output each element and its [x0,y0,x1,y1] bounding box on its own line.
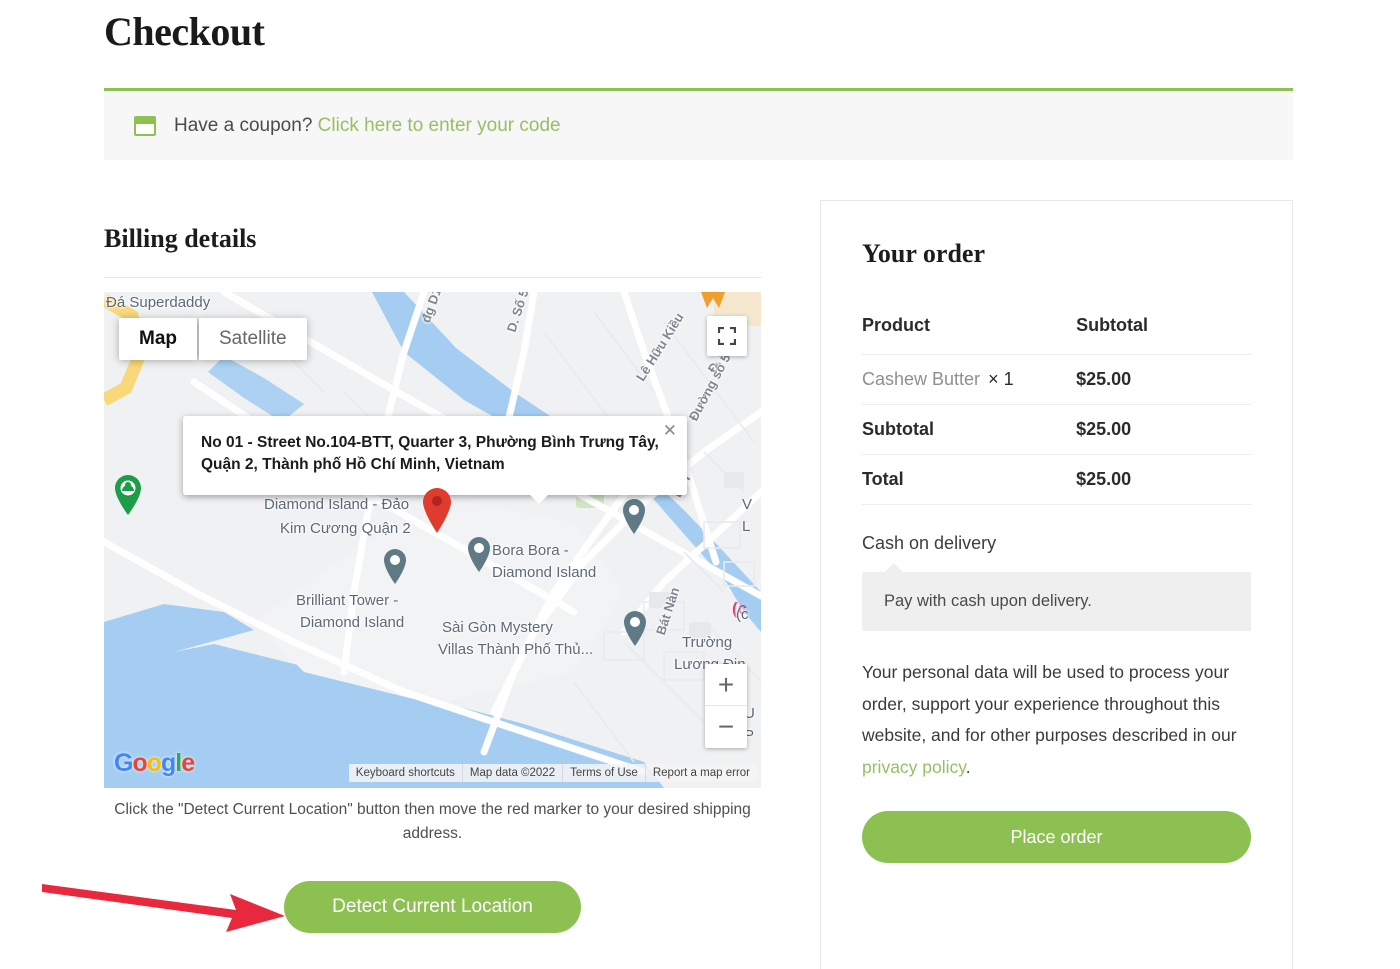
keyboard-shortcuts-link[interactable]: Keyboard shortcuts [349,764,462,782]
order-summary-panel: Your order Product Subtotal Cashew Butte… [820,200,1293,969]
map-type-control[interactable]: Map Satellite [119,318,307,360]
order-total-label: Total [862,454,1073,505]
order-table: Product Subtotal Cashew Butter × 1 $25.00… [862,301,1251,505]
order-item-row: Cashew Butter × 1 $25.00 [862,354,1251,405]
order-subtotal-label: Subtotal [862,404,1073,455]
svg-text:(c: (c [732,599,747,618]
privacy-policy-link[interactable]: privacy policy [862,757,966,777]
checkout-page: Checkout Have a coupon? Click here to en… [0,0,1400,969]
map-info-window: ✕ No 01 - Street No.104-BTT, Quarter 3, … [183,416,687,504]
logo-letter: o [146,749,162,777]
logo-letter: o [132,749,147,777]
privacy-notice: Your personal data will be used to proce… [862,657,1251,783]
order-item-title: Cashew Butter [862,369,981,389]
order-item-amount: $25.00 [1072,354,1251,405]
info-window-close-icon[interactable]: ✕ [663,422,677,439]
order-total-row: Total $25.00 [862,454,1251,505]
order-item-quantity: × 1 [988,369,1014,389]
location-map[interactable]: (c Đá Superdaddy D. Số 54 đg D1 Lê Hữu Kiều… [104,292,761,788]
map-canvas: (c [104,292,761,788]
logo-letter: G [114,749,133,777]
order-subtotal-amount: $25.00 [1072,404,1251,455]
privacy-text-before: Your personal data will be used to proce… [862,662,1237,745]
terms-of-use-link[interactable]: Terms of Use [562,764,645,782]
google-logo: Google [114,749,195,778]
info-window-tail [530,494,548,504]
page-title: Checkout [104,9,265,54]
coupon-bar[interactable]: Have a coupon? Click here to enter your … [104,88,1293,160]
column-header-product: Product [862,301,1073,355]
payment-method-label[interactable]: Cash on delivery [862,533,1251,554]
order-heading: Your order [862,239,986,268]
map-data-label: Map data ©2022 [461,764,562,782]
coupon-prompt-label: Have a coupon? [174,114,313,136]
detect-current-location-button[interactable]: Detect Current Location [284,881,581,933]
map-marker-green[interactable] [113,474,143,516]
map-marker-bora-bora[interactable] [466,536,492,573]
info-window-address: No 01 - Street No.104-BTT, Quarter 3, Ph… [201,434,659,474]
map-marker-selected-location[interactable] [420,486,454,534]
map-marker-brilliant-tower[interactable] [382,548,408,585]
order-subtotal-row: Subtotal $25.00 [862,404,1251,455]
map-zoom-out-button[interactable]: − [705,706,747,748]
coupon-ticket-icon [134,115,156,136]
logo-letter: g [161,749,176,777]
annotation-arrow-icon [42,884,285,932]
map-type-satellite-button[interactable]: Satellite [199,318,307,360]
map-zoom-in-button[interactable]: + [705,664,747,706]
order-table-header-row: Product Subtotal [862,301,1251,355]
place-order-button[interactable]: Place order [862,811,1251,863]
map-marker-saigon-mystery[interactable] [622,610,648,647]
logo-letter: e [181,749,195,777]
order-item-name: Cashew Butter × 1 [862,354,1073,405]
coupon-enter-code-link[interactable]: Click here to enter your code [318,115,561,136]
billing-divider [104,277,761,278]
fullscreen-icon [718,327,736,345]
map-attribution: Keyboard shortcuts Map data ©2022 Terms … [348,764,757,782]
map-marker-v-l[interactable] [621,498,647,535]
payment-method-description: Pay with cash upon delivery. [862,563,1251,631]
coupon-prompt: Have a coupon? Click here to enter your … [174,115,561,137]
report-map-error-link[interactable]: Report a map error [644,764,757,782]
map-fullscreen-button[interactable] [707,316,747,356]
map-zoom-control[interactable]: + − [705,664,747,748]
column-header-subtotal: Subtotal [1072,301,1251,355]
order-total-amount: $25.00 [1072,454,1251,505]
billing-details-heading: Billing details [104,224,257,253]
map-help-text: Click the "Detect Current Location" butt… [114,801,751,843]
privacy-text-after: . [965,756,971,777]
map-type-map-button[interactable]: Map [119,318,197,360]
